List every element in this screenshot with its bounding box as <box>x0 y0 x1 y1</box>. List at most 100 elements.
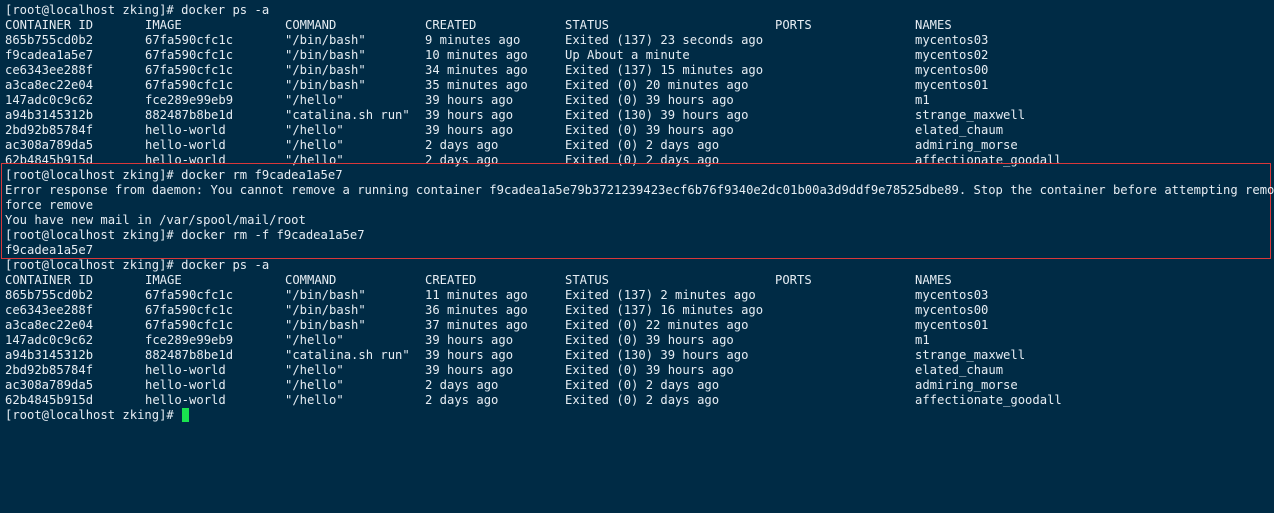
cell-created: 39 hours ago <box>425 93 514 107</box>
cell-command: "/bin/bash" <box>285 288 366 302</box>
cell-status: Exited (137) 2 minutes ago <box>565 288 756 302</box>
cell-image: hello-world <box>145 138 226 152</box>
cell-created: 34 minutes ago <box>425 63 528 77</box>
table-row: ce6343ee288f 67fa590cfc1c "/bin/bash" 34… <box>0 63 1274 78</box>
table-row: a3ca8ec22e04 67fa590cfc1c "/bin/bash" 37… <box>0 318 1274 333</box>
cell-image: 67fa590cfc1c <box>145 318 234 332</box>
header-command: COMMAND <box>285 18 337 32</box>
command-text: docker ps -a <box>181 258 270 272</box>
cell-names: admiring_morse <box>915 138 1018 152</box>
header-command: COMMAND <box>285 273 337 287</box>
cell-status: Exited (0) 39 hours ago <box>565 363 734 377</box>
header-created: CREATED <box>425 18 477 32</box>
cell-command: "/hello" <box>285 333 344 347</box>
cell-names: mycentos03 <box>915 33 989 47</box>
error-message-line-1: Error response from daemon: You cannot r… <box>5 183 1274 197</box>
cell-command: "/hello" <box>285 363 344 377</box>
header-status: STATUS <box>565 18 610 32</box>
cell-status: Exited (130) 39 hours ago <box>565 108 749 122</box>
cell-created: 39 hours ago <box>425 123 514 137</box>
table-row: 62b4845b915d hello-world "/hello" 2 days… <box>0 393 1274 408</box>
cell-created: 36 minutes ago <box>425 303 528 317</box>
cell-command: "/bin/bash" <box>285 78 366 92</box>
cell-names: elated_chaum <box>915 123 1004 137</box>
cell-created: 11 minutes ago <box>425 288 528 302</box>
cell-created: 2 days ago <box>425 378 499 392</box>
cell-id: ce6343ee288f <box>5 303 94 317</box>
final-prompt-line[interactable]: [root@localhost zking]# <box>5 408 190 423</box>
cell-names: mycentos02 <box>915 48 989 62</box>
cell-command: "/bin/bash" <box>285 48 366 62</box>
cell-names: mycentos01 <box>915 78 989 92</box>
cell-names: mycentos00 <box>915 63 989 77</box>
cell-command: "/bin/bash" <box>285 63 366 77</box>
cell-names: m1 <box>915 93 930 107</box>
header-ports: PORTS <box>775 273 812 287</box>
table-row: 865b755cd0b2 67fa590cfc1c "/bin/bash" 11… <box>0 288 1274 303</box>
table-header-row: CONTAINER ID IMAGE COMMAND CREATED STATU… <box>0 18 1274 33</box>
cell-image: 67fa590cfc1c <box>145 78 234 92</box>
cell-image: 882487b8be1d <box>145 108 234 122</box>
header-ports: PORTS <box>775 18 812 32</box>
cell-image: 882487b8be1d <box>145 348 234 362</box>
cell-created: 37 minutes ago <box>425 318 528 332</box>
force-rm-output: f9cadea1a5e7 <box>5 243 94 257</box>
header-status: STATUS <box>565 273 610 287</box>
table-row: ac308a789da5 hello-world "/hello" 2 days… <box>0 138 1274 153</box>
mail-notice: You have new mail in /var/spool/mail/roo… <box>5 213 306 227</box>
cell-id: a94b3145312b <box>5 348 94 362</box>
cell-names: strange_maxwell <box>915 348 1026 362</box>
cell-image: hello-world <box>145 378 226 392</box>
header-image: IMAGE <box>145 18 182 32</box>
cell-id: ce6343ee288f <box>5 63 94 77</box>
cell-status: Exited (130) 39 hours ago <box>565 348 749 362</box>
cell-status: Exited (0) 2 days ago <box>565 138 720 152</box>
shell-prompt: [root@localhost zking]# <box>5 3 182 17</box>
cell-id: 2bd92b85784f <box>5 363 94 377</box>
text-cursor <box>182 408 190 422</box>
cell-command: "/hello" <box>285 393 344 407</box>
terminal-window[interactable]: [root@localhost zking]# docker ps -a CON… <box>0 0 1274 427</box>
command-text: docker rm -f f9cadea1a5e7 <box>181 228 365 242</box>
cell-image: 67fa590cfc1c <box>145 33 234 47</box>
table-row: a94b3145312b 882487b8be1d "catalina.sh r… <box>0 348 1274 363</box>
cell-id: 2bd92b85784f <box>5 123 94 137</box>
cell-created: 9 minutes ago <box>425 33 521 47</box>
command-text: docker ps -a <box>181 3 270 17</box>
cell-image: hello-world <box>145 393 226 407</box>
shell-prompt: [root@localhost zking]# <box>5 228 182 242</box>
cell-image: 67fa590cfc1c <box>145 48 234 62</box>
cell-status: Exited (0) 39 hours ago <box>565 333 734 347</box>
cell-image: 67fa590cfc1c <box>145 63 234 77</box>
table-row: a3ca8ec22e04 67fa590cfc1c "/bin/bash" 35… <box>0 78 1274 93</box>
cell-image: fce289e99eb9 <box>145 93 234 107</box>
cell-id: 865b755cd0b2 <box>5 33 94 47</box>
cell-id: 62b4845b915d <box>5 393 94 407</box>
cell-status: Exited (0) 39 hours ago <box>565 93 734 107</box>
cell-id: a3ca8ec22e04 <box>5 318 94 332</box>
cell-image: hello-world <box>145 363 226 377</box>
shell-prompt: [root@localhost zking]# <box>5 408 182 422</box>
table-row: 147adc0c9c62 fce289e99eb9 "/hello" 39 ho… <box>0 93 1274 108</box>
cell-names: mycentos01 <box>915 318 989 332</box>
cell-names: admiring_morse <box>915 378 1018 392</box>
first-command-line: [root@localhost zking]# docker ps -a <box>5 3 269 18</box>
shell-prompt: [root@localhost zking]# <box>5 258 182 272</box>
cell-id: 147adc0c9c62 <box>5 333 94 347</box>
cell-created: 2 days ago <box>425 138 499 152</box>
shell-prompt: [root@localhost zking]# <box>5 168 182 182</box>
cell-image: 67fa590cfc1c <box>145 303 234 317</box>
header-container-id: CONTAINER ID <box>5 273 94 287</box>
force-rm-command-line: [root@localhost zking]# docker rm -f f9c… <box>5 228 365 243</box>
cell-id: f9cadea1a5e7 <box>5 48 94 62</box>
cell-command: "/bin/bash" <box>285 318 366 332</box>
header-names: NAMES <box>915 273 952 287</box>
command-text: docker rm f9cadea1a5e7 <box>181 168 343 182</box>
cell-status: Up About a minute <box>565 48 690 62</box>
cell-command: "catalina.sh run" <box>285 348 410 362</box>
cell-id: ac308a789da5 <box>5 138 94 152</box>
table-row: 147adc0c9c62 fce289e99eb9 "/hello" 39 ho… <box>0 333 1274 348</box>
cell-created: 39 hours ago <box>425 363 514 377</box>
cell-created: 39 hours ago <box>425 348 514 362</box>
cell-command: "/hello" <box>285 378 344 392</box>
